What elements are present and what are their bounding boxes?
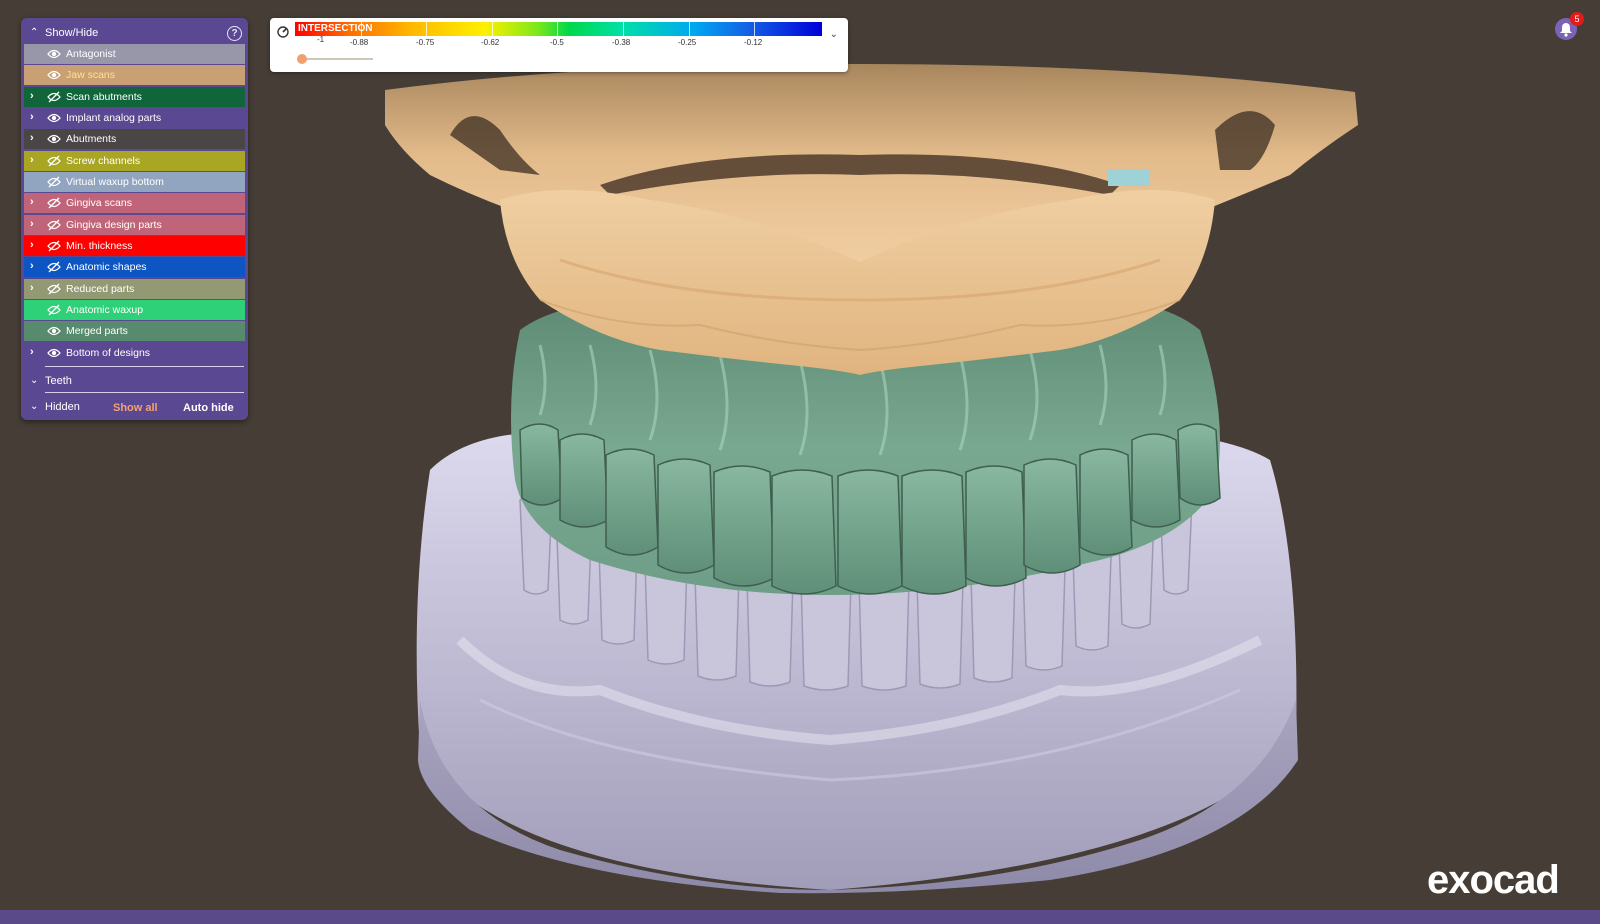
chevron-down-icon: ⌄: [30, 401, 39, 412]
layer-row[interactable]: › Screw channels: [24, 150, 245, 171]
layer-row[interactable]: Antagonist: [24, 44, 245, 64]
layer-row[interactable]: › Bottom of designs: [24, 342, 245, 363]
eye-icon[interactable]: [47, 112, 61, 124]
chevron-right-icon[interactable]: ›: [30, 218, 34, 230]
scale-label: -0.5: [550, 38, 564, 47]
scale-tick: [492, 22, 493, 36]
eye-slash-icon[interactable]: [47, 197, 61, 209]
chevron-right-icon[interactable]: ›: [30, 260, 34, 272]
eye-icon[interactable]: [47, 133, 61, 145]
eye-icon[interactable]: [47, 325, 61, 337]
layer-row[interactable]: Merged parts: [24, 321, 245, 342]
show-all-button[interactable]: Show all: [113, 402, 158, 414]
layer-row[interactable]: › Reduced parts: [24, 278, 245, 299]
layer-label: Virtual waxup bottom: [66, 176, 164, 189]
eye-icon[interactable]: [47, 347, 61, 359]
layer-row[interactable]: › Gingiva design parts: [24, 214, 245, 235]
teeth-section[interactable]: ⌄ Teeth: [21, 371, 248, 391]
hidden-label: Hidden: [45, 401, 80, 413]
chevron-down-icon: ⌄: [30, 375, 39, 386]
scale-tick: [754, 22, 755, 36]
bottom-bar: [0, 910, 1600, 924]
layer-label: Anatomic shapes: [66, 261, 147, 274]
layer-label: Antagonist: [66, 48, 116, 60]
chevron-up-icon: ⌃: [30, 27, 39, 38]
scale-label: -0.12: [744, 38, 763, 47]
scale-tick: [361, 22, 362, 36]
layer-label: Implant analog parts: [66, 112, 162, 125]
scale-label: -0.75: [416, 38, 435, 47]
teeth-label: Teeth: [45, 375, 72, 387]
scale-slider-track[interactable]: [300, 58, 373, 60]
notifications-button[interactable]: 5: [1555, 12, 1584, 40]
layer-label: Min. thickness: [66, 240, 133, 253]
eye-slash-icon[interactable]: [47, 304, 61, 316]
layer-label: Abutments: [66, 133, 117, 146]
layer-row[interactable]: Jaw scans: [24, 65, 245, 86]
panel-title: Show/Hide: [45, 27, 99, 39]
layer-label: Gingiva design parts: [66, 218, 162, 231]
layer-row[interactable]: › Gingiva scans: [24, 193, 245, 214]
layer-label: Merged parts: [66, 325, 128, 338]
eye-icon[interactable]: [47, 48, 61, 60]
layer-row[interactable]: › Anatomic shapes: [24, 257, 245, 278]
layer-row[interactable]: Virtual waxup bottom: [24, 172, 245, 193]
scale-tick: [426, 22, 427, 36]
chevron-right-icon[interactable]: ›: [30, 196, 34, 208]
chevron-right-icon[interactable]: ›: [30, 346, 34, 358]
eye-slash-icon[interactable]: [47, 155, 61, 167]
chevron-right-icon[interactable]: ›: [30, 111, 34, 123]
layer-label: Bottom of designs: [66, 346, 151, 359]
layer-label: Reduced parts: [66, 282, 135, 295]
eye-slash-icon[interactable]: [47, 91, 61, 103]
scale-tick: [557, 22, 558, 36]
hidden-section[interactable]: ⌄ Hidden Show all Auto hide: [21, 397, 248, 417]
panel-header[interactable]: ⌃ Show/Hide ?: [21, 22, 248, 44]
eye-slash-icon[interactable]: [47, 261, 61, 273]
layer-list: Antagonist Jaw scans › Scan abutments › Impla…: [24, 44, 245, 364]
scale-label: -0.38: [612, 38, 631, 47]
eye-slash-icon[interactable]: [47, 283, 61, 295]
gauge-icon[interactable]: [277, 26, 289, 38]
help-icon[interactable]: ?: [227, 26, 242, 41]
scale-label: -0.62: [481, 38, 500, 47]
chevron-down-icon[interactable]: ⌄: [830, 29, 838, 40]
eye-slash-icon[interactable]: [47, 176, 61, 188]
layer-row[interactable]: › Scan abutments: [24, 86, 245, 107]
separator: [45, 392, 244, 393]
layer-label: Gingiva scans: [66, 197, 132, 210]
scale-label: -1: [317, 35, 325, 44]
eye-slash-icon[interactable]: [47, 240, 61, 252]
layer-row[interactable]: › Min. thickness: [24, 236, 245, 257]
layer-label: Scan abutments: [66, 90, 142, 103]
chevron-right-icon[interactable]: ›: [30, 282, 34, 294]
scale-label: -0.88: [350, 38, 369, 47]
intersection-color-scale: INTERSECTION -1 -0.88 -0.75 -0.62 -0.5 -…: [270, 18, 848, 72]
scale-slider-handle[interactable]: [297, 54, 307, 64]
notification-badge: 5: [1570, 12, 1584, 26]
layer-label: Jaw scans: [66, 69, 116, 82]
chevron-right-icon[interactable]: ›: [30, 132, 34, 144]
exocad-logo: exocad: [1427, 858, 1560, 902]
scale-tick: [689, 22, 690, 36]
eye-icon[interactable]: [47, 69, 61, 81]
scale-tick: [623, 22, 624, 36]
color-scale-bar: INTERSECTION: [295, 22, 822, 36]
separator: [45, 366, 244, 367]
layer-label: Anatomic waxup: [66, 304, 144, 317]
scale-label: -0.25: [678, 38, 697, 47]
eye-slash-icon[interactable]: [47, 219, 61, 231]
show-hide-panel: ⌃ Show/Hide ? Antagonist Jaw scans › Scan a…: [21, 18, 248, 420]
layer-row[interactable]: › Implant analog parts: [24, 108, 245, 129]
auto-hide-button[interactable]: Auto hide: [183, 402, 234, 414]
chevron-right-icon[interactable]: ›: [30, 90, 34, 102]
chevron-right-icon[interactable]: ›: [30, 239, 34, 251]
layer-row[interactable]: Anatomic waxup: [24, 300, 245, 321]
chevron-right-icon[interactable]: ›: [30, 154, 34, 166]
layer-row[interactable]: › Abutments: [24, 129, 245, 150]
layer-label: Screw channels: [66, 154, 141, 167]
